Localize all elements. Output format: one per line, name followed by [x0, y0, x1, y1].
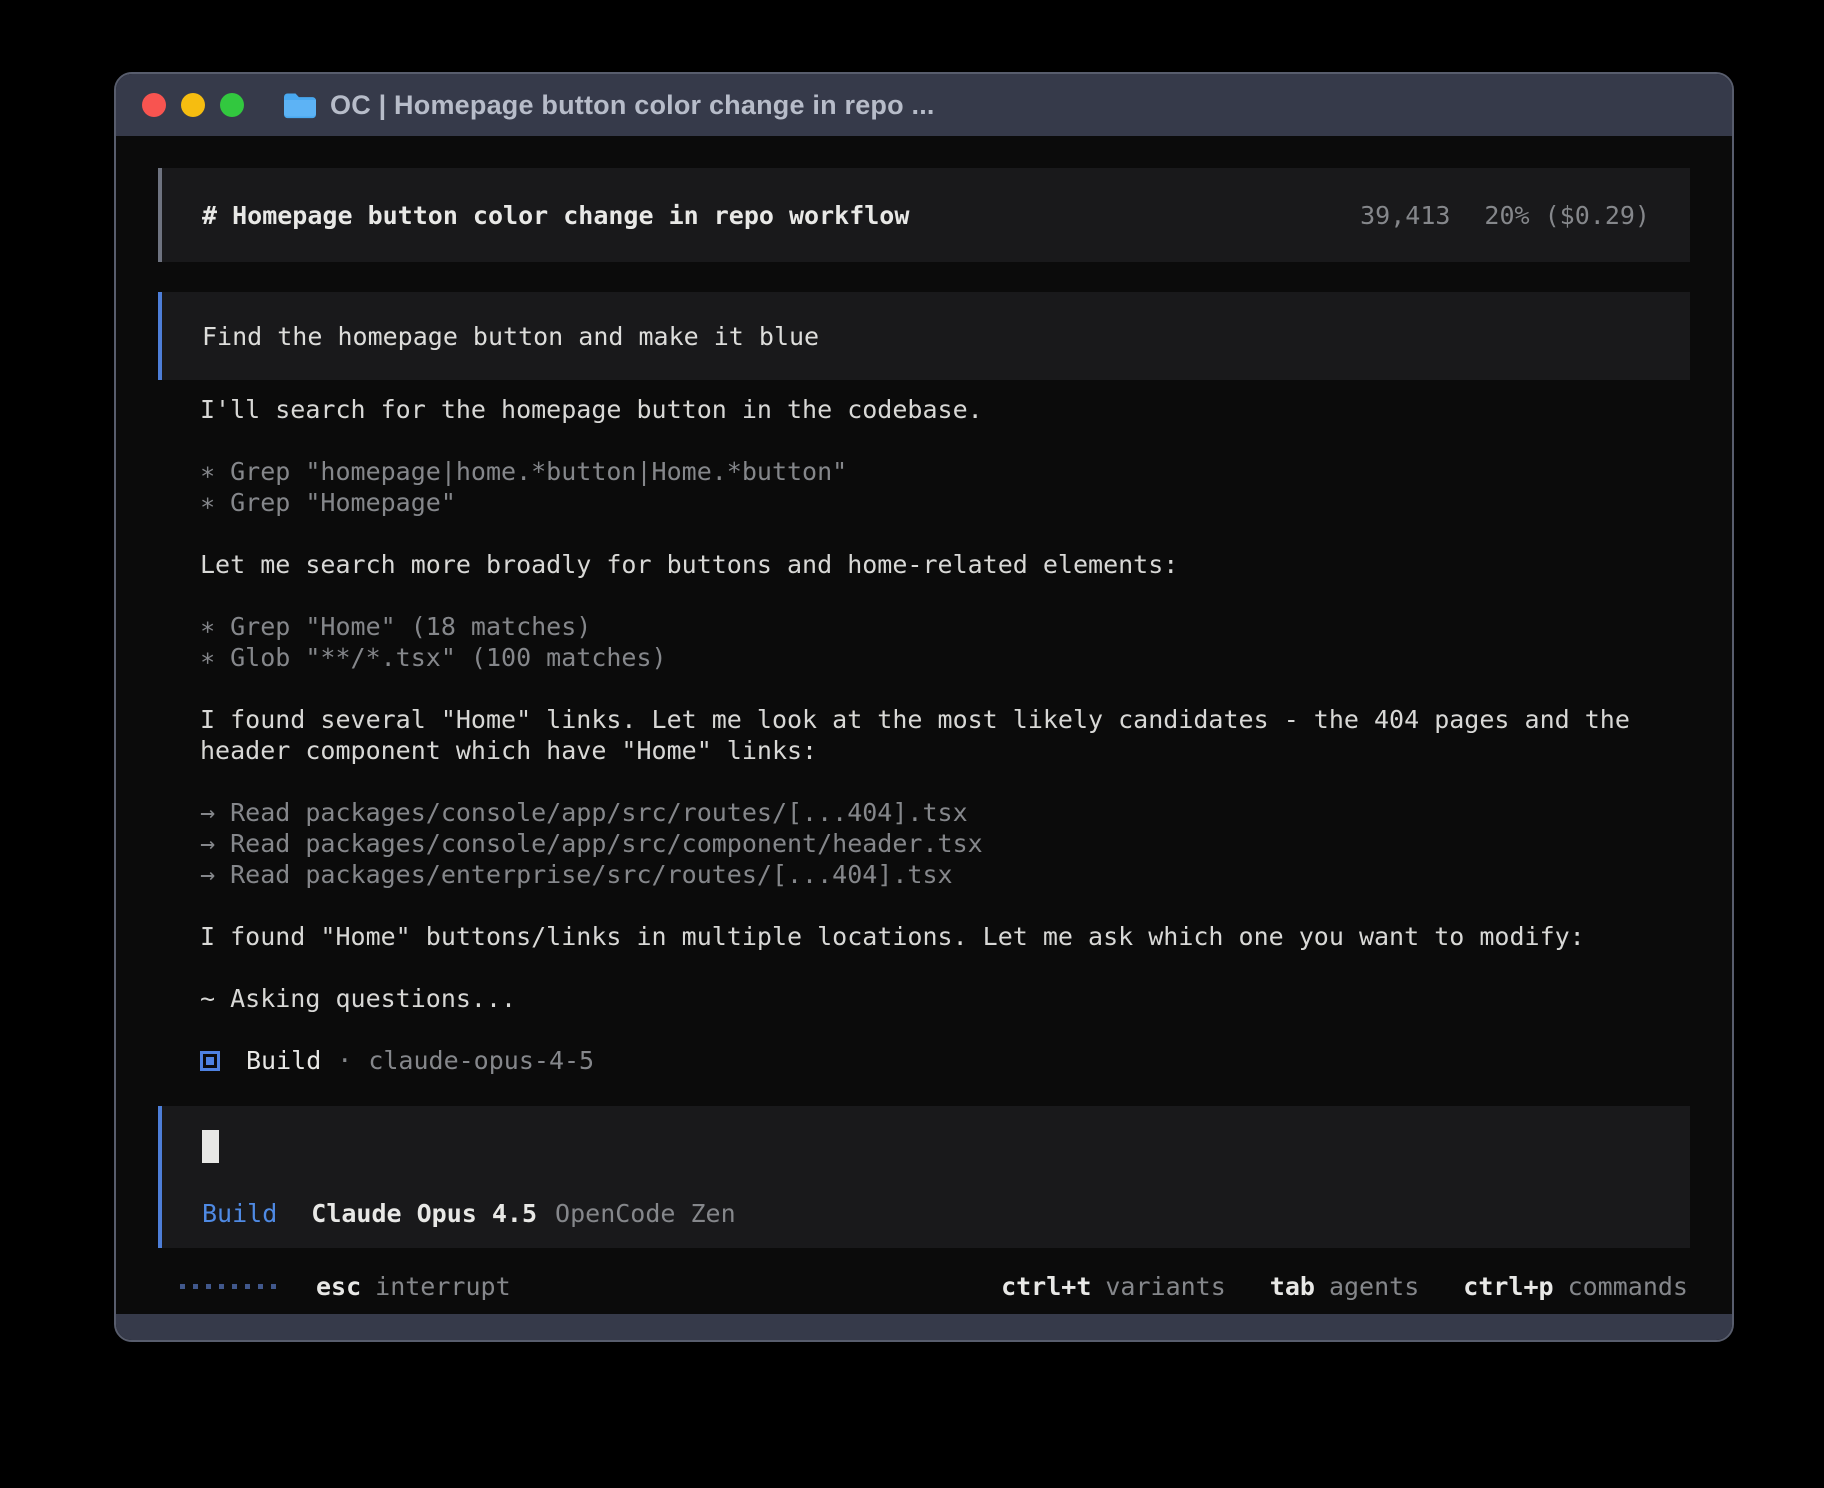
- variants-hint: ctrl+t variants: [1001, 1272, 1226, 1301]
- agent-build-icon: [200, 1051, 220, 1071]
- traffic-lights: [142, 93, 244, 117]
- tool-call-read: → Read packages/enterprise/src/routes/[.…: [200, 859, 1690, 890]
- status-bar-right: ctrl+t variants tab agents ctrl+p comman…: [1001, 1272, 1690, 1301]
- status-bar: esc interrupt ctrl+t variants tab agents…: [158, 1258, 1690, 1314]
- variants-label: variants: [1105, 1272, 1225, 1301]
- commands-hint: ctrl+p commands: [1463, 1272, 1688, 1301]
- esc-label: interrupt: [375, 1272, 510, 1301]
- asking-questions-status: ~ Asking questions...: [200, 983, 1690, 1014]
- session-title: # Homepage button color change in repo w…: [202, 201, 909, 230]
- session-stats: 39,413 20% ($0.29): [1360, 201, 1650, 230]
- separator-dot: ·: [337, 1045, 352, 1076]
- tui-content: # Homepage button color change in repo w…: [116, 136, 1732, 1314]
- assistant-message: I'll search for the homepage button in t…: [200, 394, 1690, 425]
- user-message: Find the homepage button and make it blu…: [158, 292, 1690, 380]
- transcript: I'll search for the homepage button in t…: [158, 394, 1690, 1076]
- assistant-message: I found several "Home" links. Let me loo…: [200, 704, 1690, 735]
- input-status-row: Build Claude Opus 4.5 OpenCode Zen: [202, 1199, 1650, 1228]
- text-cursor: [202, 1130, 219, 1163]
- status-bar-left: esc interrupt: [158, 1272, 511, 1301]
- window-bottom-strip: [116, 1314, 1732, 1340]
- ctrl-t-key: ctrl+t: [1001, 1272, 1091, 1301]
- working-spinner-dots: [180, 1284, 276, 1289]
- assistant-message: Let me search more broadly for buttons a…: [200, 549, 1690, 580]
- titlebar: OC | Homepage button color change in rep…: [116, 74, 1732, 136]
- tab-key: tab: [1270, 1272, 1315, 1301]
- agents-label: agents: [1329, 1272, 1419, 1301]
- session-header: # Homepage button color change in repo w…: [158, 168, 1690, 262]
- assistant-message: I found "Home" buttons/links in multiple…: [200, 921, 1690, 952]
- terminal-window: OC | Homepage button color change in rep…: [114, 72, 1734, 1342]
- prompt-input[interactable]: Build Claude Opus 4.5 OpenCode Zen: [158, 1106, 1690, 1248]
- model-label[interactable]: Claude Opus 4.5: [311, 1199, 537, 1228]
- agent-model: claude-opus-4-5: [368, 1045, 594, 1076]
- tool-call-grep: ∗ Grep "Homepage": [200, 487, 1690, 518]
- agent-mode-label[interactable]: Build: [202, 1199, 277, 1228]
- assistant-message: header component which have "Home" links…: [200, 735, 1690, 766]
- provider-label: OpenCode Zen: [555, 1199, 736, 1228]
- ctrl-p-key: ctrl+p: [1463, 1272, 1553, 1301]
- folder-icon: [282, 91, 316, 119]
- agent-name: Build: [246, 1045, 321, 1076]
- esc-key: esc: [316, 1272, 361, 1301]
- context-cost: 20% ($0.29): [1484, 201, 1650, 230]
- tool-call-read: → Read packages/console/app/src/componen…: [200, 828, 1690, 859]
- token-count: 39,413: [1360, 201, 1450, 230]
- tool-call-glob: ∗ Glob "**/*.tsx" (100 matches): [200, 642, 1690, 673]
- esc-interrupt-hint: esc interrupt: [316, 1272, 511, 1301]
- tool-call-grep: ∗ Grep "Home" (18 matches): [200, 611, 1690, 642]
- window-title: OC | Homepage button color change in rep…: [330, 90, 935, 121]
- user-message-text: Find the homepage button and make it blu…: [202, 322, 819, 351]
- agents-hint: tab agents: [1270, 1272, 1419, 1301]
- commands-label: commands: [1568, 1272, 1688, 1301]
- zoom-button[interactable]: [220, 93, 244, 117]
- agent-status-row: Build · claude-opus-4-5: [200, 1045, 1690, 1076]
- tool-call-grep: ∗ Grep "homepage|home.*button|Home.*butt…: [200, 456, 1690, 487]
- minimize-button[interactable]: [181, 93, 205, 117]
- tool-call-read: → Read packages/console/app/src/routes/[…: [200, 797, 1690, 828]
- close-button[interactable]: [142, 93, 166, 117]
